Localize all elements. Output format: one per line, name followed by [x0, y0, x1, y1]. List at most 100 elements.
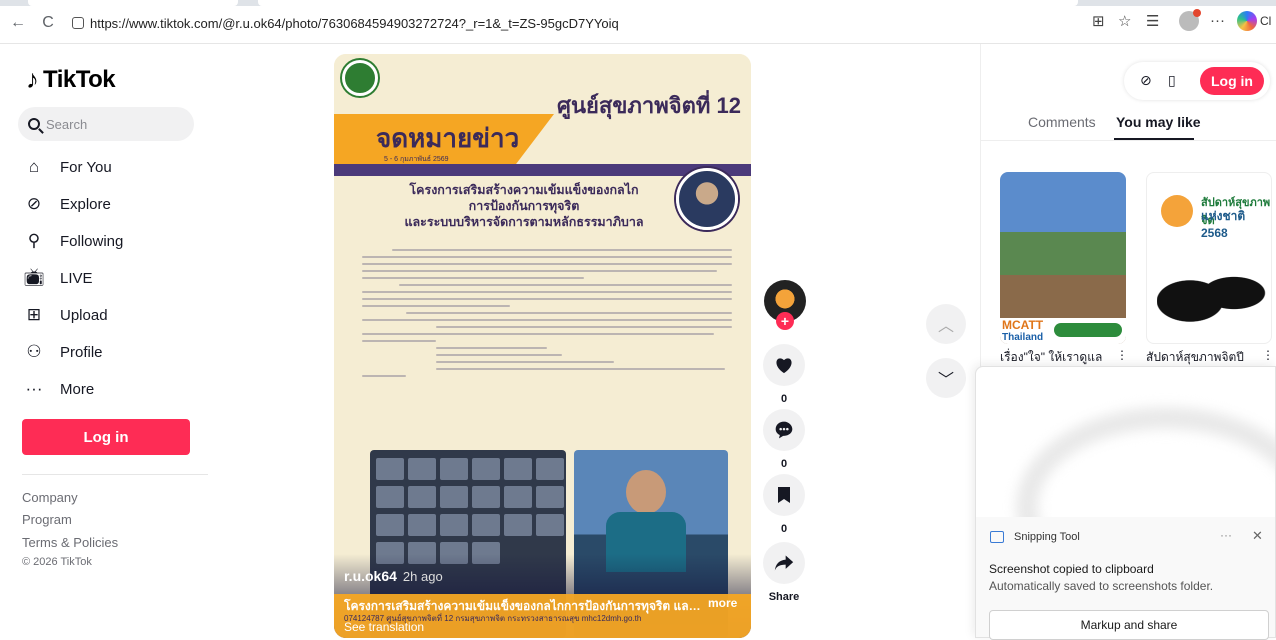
compass-icon: ⊘ — [26, 194, 42, 213]
browser-profile-icon[interactable] — [1179, 9, 1201, 31]
nav-label: Profile — [60, 343, 103, 361]
nav-label: Explore — [60, 195, 111, 213]
thumb-caption[interactable]: สัปดาห์สุขภาพจิตปี — [1146, 348, 1254, 367]
active-tab-indicator — [1114, 138, 1194, 140]
copilot-icon[interactable] — [1237, 11, 1257, 31]
mascot-icon — [1161, 195, 1193, 227]
nav-label: LIVE — [60, 269, 93, 287]
favorites-list-icon[interactable]: ☰ — [1146, 12, 1159, 30]
like-count: 0 — [780, 393, 788, 405]
nav-for-you[interactable]: ⌂ For You — [24, 157, 112, 177]
back-arrow-icon[interactable]: ← — [8, 14, 28, 32]
post-time: 2h ago — [402, 569, 443, 584]
nav-profile[interactable]: ⚇ Profile — [24, 342, 103, 362]
sidebar-divider — [22, 474, 208, 475]
phone-icon[interactable]: ▯ — [1168, 72, 1176, 89]
thumb-more-icon[interactable]: ⋮ — [1262, 348, 1274, 362]
app-grid-icon[interactable]: ⊞ — [1092, 12, 1105, 30]
notification-close-icon[interactable]: ✕ — [1252, 528, 1263, 544]
search-icon — [28, 118, 40, 130]
tab-strip — [0, 0, 1276, 6]
nav-explore[interactable]: ⊘ Explore — [24, 194, 111, 214]
see-translation-link[interactable]: See translation — [344, 620, 424, 634]
footer-link-company[interactable]: Company — [22, 490, 78, 505]
search-placeholder: Search — [46, 116, 88, 132]
share-action[interactable]: Share — [763, 542, 805, 603]
post-author[interactable]: r.u.ok64 2h ago — [344, 568, 443, 584]
next-post-icon[interactable]: ﹀ — [926, 358, 966, 398]
url-text[interactable]: https://www.tiktok.com/@r.u.ok64/photo/7… — [90, 16, 619, 31]
thumb-badge-thailand: Thailand — [1002, 332, 1044, 343]
nav-label: For You — [60, 158, 112, 176]
thumb-figures — [1157, 253, 1267, 333]
tiktok-logo[interactable]: ♪ TikTok — [26, 64, 116, 95]
profile-icon: ⚇ — [26, 342, 42, 361]
following-icon: ⚲ — [27, 231, 41, 250]
ministry-emblem-icon — [342, 60, 378, 96]
newsletter-body-text — [362, 244, 732, 382]
nav-more[interactable]: ··· More — [24, 379, 95, 399]
nav-upload[interactable]: ⊞ Upload — [24, 305, 108, 325]
home-icon: ⌂ — [28, 157, 40, 176]
markup-and-share-button[interactable]: Markup and share — [989, 610, 1269, 640]
newsletter-date: 5 - 6 กุมภาพันธ์ 2569 — [384, 156, 449, 163]
thumb-logo-pill — [1054, 323, 1122, 337]
tab-you-may-like[interactable]: You may like — [1116, 114, 1201, 130]
reload-icon[interactable]: C — [38, 14, 58, 32]
director-portrait — [676, 168, 738, 230]
address-bar[interactable]: https://www.tiktok.com/@r.u.ok64/photo/7… — [64, 10, 1064, 36]
footer-link-program[interactable]: Program — [22, 512, 72, 527]
top-login-button[interactable]: Log in — [1200, 67, 1264, 95]
recommended-video-thumb[interactable]: สัปดาห์สุขภาพจิต แห่งชาติ 2568 — [1146, 172, 1272, 344]
screenshot-preview[interactable] — [976, 367, 1275, 517]
thumb-more-icon[interactable]: ⋮ — [1116, 348, 1128, 362]
heart-icon[interactable] — [763, 344, 805, 386]
project-title-line-1: โครงการเสริมสร้างความเข้มแข็งของกลไก — [409, 183, 639, 197]
nav-following[interactable]: ⚲ Following — [24, 231, 124, 251]
save-count: 0 — [780, 523, 788, 535]
upload-plus-icon: ⊞ — [26, 305, 42, 324]
snipping-tool-app-name: Snipping Tool — [1014, 531, 1080, 543]
notification-subtitle: Automatically saved to screenshots folde… — [989, 579, 1214, 593]
live-tv-icon: 📺︎ — [23, 268, 45, 287]
nav-live[interactable]: 📺︎ LIVE — [23, 268, 93, 288]
footer-link-terms[interactable]: Terms & Policies — [22, 535, 118, 550]
truncated-toolbar-label: Cl — [1260, 14, 1272, 28]
comment-count: 0 — [780, 458, 788, 470]
nav-label: More — [60, 380, 95, 398]
compass-small-icon[interactable]: ⊘ — [1140, 72, 1152, 89]
save-action[interactable]: 0 — [763, 474, 805, 535]
caption-more-button[interactable]: more — [708, 596, 737, 610]
login-button[interactable]: Log in — [22, 419, 190, 455]
previous-post-icon[interactable]: ︿ — [926, 304, 966, 344]
newsletter-headline: จดหมายข่าว — [376, 123, 520, 153]
snipping-tool-icon — [990, 531, 1004, 543]
nav-label: Upload — [60, 306, 108, 324]
logo-text: TikTok — [43, 65, 116, 93]
tiktok-note-icon: ♪ — [26, 64, 39, 94]
tab-comments[interactable]: Comments — [1028, 114, 1096, 130]
share-arrow-icon[interactable] — [763, 542, 805, 584]
bookmark-icon[interactable] — [763, 474, 805, 516]
post-image[interactable]: ศูนย์สุขภาพจิตที่ 12 จดหมายข่าว 5 - 6 กุ… — [334, 54, 751, 638]
notification-title: Screenshot copied to clipboard — [989, 562, 1154, 576]
search-input[interactable]: Search — [18, 107, 194, 141]
site-info-icon[interactable] — [72, 17, 84, 29]
more-icon[interactable]: ··· — [1210, 12, 1225, 29]
like-action[interactable]: 0 — [763, 344, 805, 405]
thumb-badge-mcatt: MCATT — [1002, 318, 1044, 332]
comment-action[interactable]: 0 — [763, 409, 805, 470]
center-name: ศูนย์สุขภาพจิตที่ 12 — [557, 93, 741, 118]
comment-bubble-icon[interactable] — [763, 409, 805, 451]
author-name[interactable]: r.u.ok64 — [344, 568, 397, 584]
more-dots-icon: ··· — [25, 379, 43, 398]
recommended-video-thumb[interactable]: MCATT Thailand — [1000, 172, 1126, 344]
project-title-line-3: และระบบบริหารจัดการตามหลักธรรมาภิบาล — [404, 215, 644, 229]
copyright: © 2026 TikTok — [22, 556, 92, 568]
notification-more-icon[interactable]: ··· — [1220, 528, 1232, 542]
thumb-caption[interactable]: เรื่อง"ใจ" ให้เราดูแล — [1000, 348, 1108, 367]
follow-plus-icon[interactable]: + — [776, 312, 794, 330]
share-label: Share — [768, 591, 800, 603]
snipping-tool-notification[interactable] — [975, 366, 1276, 638]
favorite-star-icon[interactable]: ☆ — [1118, 12, 1131, 30]
